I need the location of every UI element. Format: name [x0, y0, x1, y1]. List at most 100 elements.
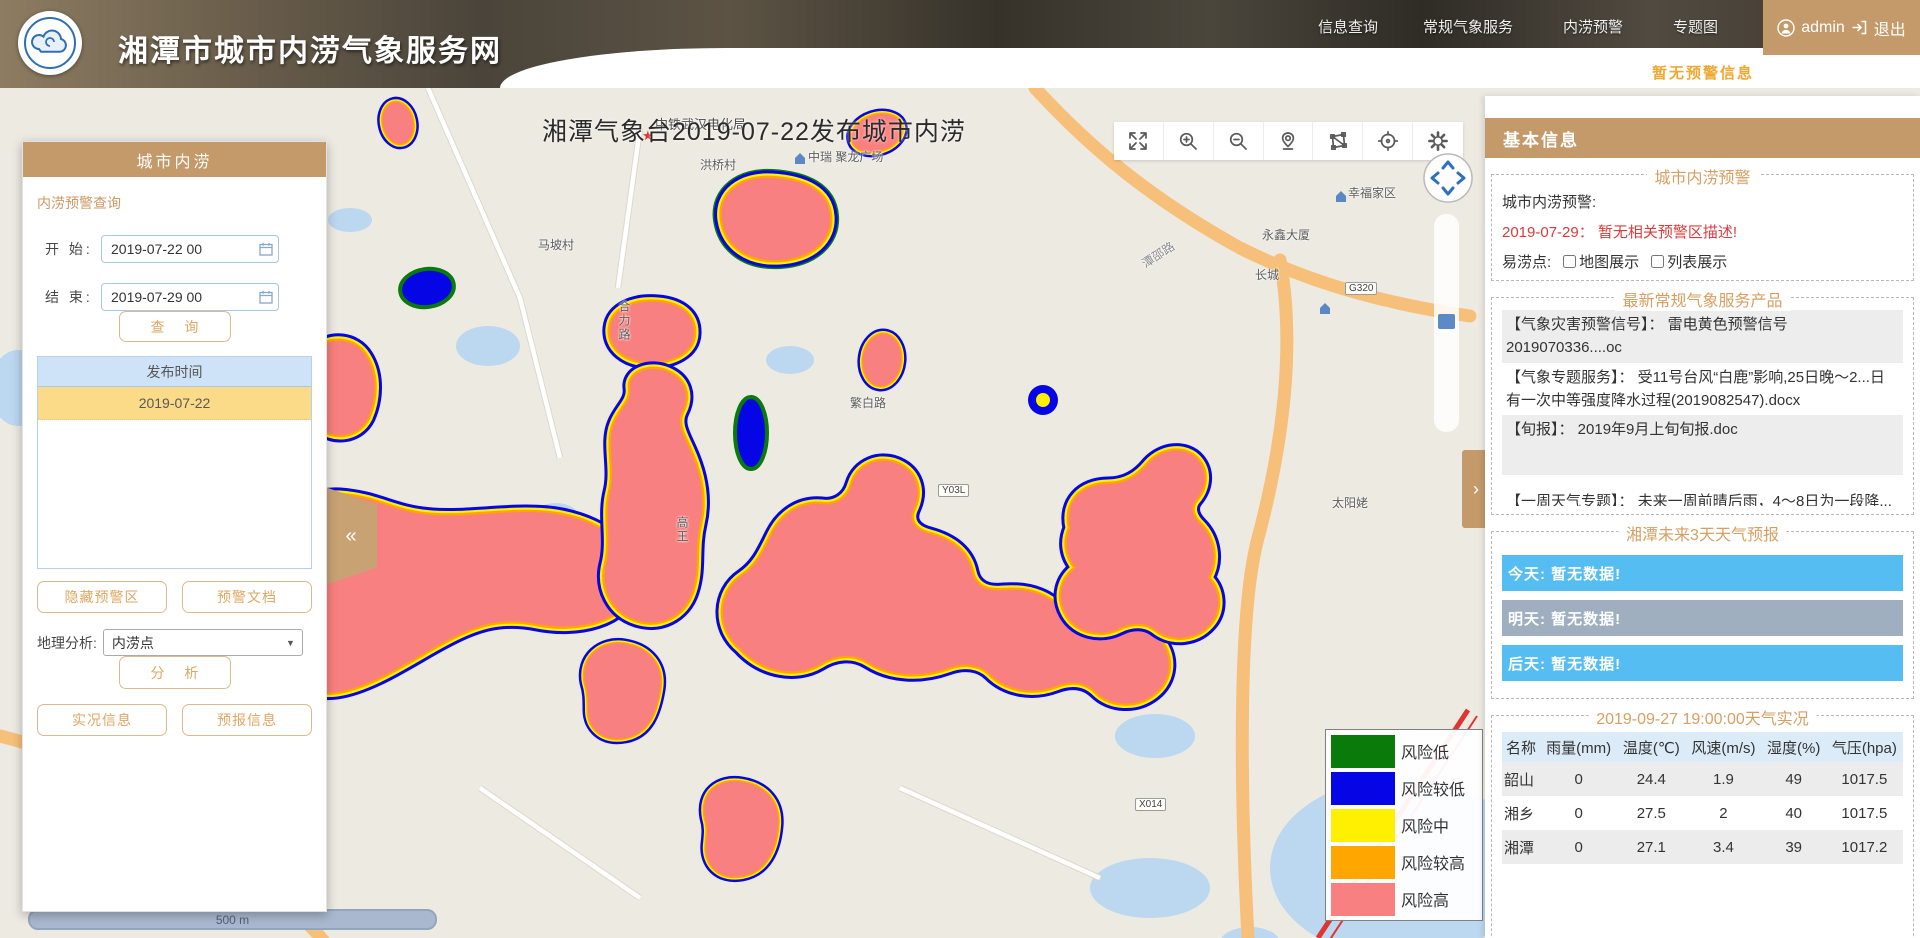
risk-zone-bottom-small	[584, 643, 660, 738]
forecast-tomorrow-bar: 明天: 暂无数据!	[1502, 600, 1903, 636]
nav-info-query[interactable]: 信息查询	[1318, 16, 1378, 37]
route-shield: G320	[1345, 282, 1377, 295]
column-header: 湿度(%)	[1762, 732, 1826, 762]
end-date-input[interactable]	[101, 283, 279, 311]
geo-analysis-select[interactable]: 内涝点 ▼	[103, 629, 303, 656]
map-toolbar	[1114, 122, 1463, 160]
forecast-section: 湘潭未来3天天气预报 今天: 暂无数据! 明天: 暂无数据! 后天: 暂无数据!	[1491, 531, 1914, 699]
user-account-box[interactable]: admin 退出	[1763, 0, 1920, 55]
poi-label: 高王	[674, 516, 691, 544]
legend-label: 风险低	[1401, 739, 1449, 763]
legend-row: 风险高	[1331, 882, 1477, 916]
chevron-left-icon: «	[345, 525, 356, 548]
warning-detail: 2019-07-29： 暂无相关预警区描述!	[1502, 221, 1903, 242]
product-item[interactable]: 【气象专题服务】： 受11号台风“白鹿”影响,25日晚～2...日有一次中等强度…	[1502, 363, 1903, 416]
right-panel-title: 基本信息	[1485, 118, 1920, 158]
map-zoom-slider[interactable]	[1434, 214, 1459, 432]
map-display-checkbox[interactable]	[1563, 255, 1576, 268]
legend-label: 风险较高	[1401, 850, 1465, 874]
legend-row: 风险较高	[1331, 845, 1477, 879]
site-logo	[18, 11, 82, 75]
road-label: 繁白路	[850, 394, 886, 411]
map-overlay-title: 湘潭气象台2019-07-22发布城市内涝	[542, 112, 966, 148]
table-header-row: 名称 雨量(mm) 温度(℃) 风速(m/s) 湿度(%) 气压(hpa)	[1502, 732, 1903, 762]
nav-thematic-map[interactable]: 专题图	[1673, 16, 1718, 37]
logout-icon	[1851, 19, 1868, 36]
forecast-today-bar: 今天: 暂无数据!	[1502, 555, 1903, 591]
route-shield: X014	[1135, 798, 1166, 811]
map-display-label: 地图展示	[1579, 251, 1639, 272]
zoom-out-button[interactable]	[1214, 122, 1264, 160]
left-panel: 城市内涝 内涝预警查询 开 始: 结 束: 查 询 发布时间	[22, 141, 327, 912]
user-name: admin	[1801, 19, 1845, 37]
cell-temp: 27.1	[1617, 830, 1685, 864]
calendar-icon[interactable]	[259, 290, 273, 304]
warning-document-button[interactable]: 预警文档	[182, 581, 312, 613]
cell-rain: 0	[1540, 762, 1617, 796]
products-section-title: 最新常规气象服务产品	[1614, 287, 1790, 311]
chevron-right-icon: ›	[1473, 479, 1479, 500]
column-header: 风速(m/s)	[1685, 732, 1761, 762]
forecast-section-title: 湘潭未来3天天气预报	[1618, 521, 1787, 545]
hide-warning-zone-button[interactable]: 隐藏预警区	[37, 581, 167, 613]
cell-humidity: 40	[1762, 796, 1826, 830]
warning-line: 城市内涝预警:	[1502, 191, 1903, 212]
result-row[interactable]: 2019-07-22	[38, 387, 311, 420]
product-item[interactable]: 【旬报】： 2019年9月上旬旬报.doc	[1502, 415, 1903, 475]
locate-button[interactable]	[1264, 122, 1314, 160]
analyze-button[interactable]: 分 析	[119, 656, 231, 689]
products-section: 最新常规气象服务产品 【气象灾害预警信号】： 雷电黄色预警信号201907033…	[1491, 297, 1914, 515]
legend-swatch-medium	[1331, 809, 1395, 842]
cell-pressure: 1017.2	[1826, 830, 1903, 864]
legend-label: 风险高	[1401, 887, 1449, 911]
cell-humidity: 49	[1762, 762, 1826, 796]
live-weather-table: 名称 雨量(mm) 温度(℃) 风速(m/s) 湿度(%) 气压(hpa) 韶山…	[1502, 732, 1903, 864]
route-shield: Y03L	[938, 484, 969, 497]
zoom-slider-handle[interactable]	[1438, 314, 1455, 329]
nav-waterlogging-warning[interactable]: 内涝预警	[1563, 16, 1623, 37]
table-row: 湘潭 0 27.1 3.4 39 1017.2	[1502, 830, 1903, 864]
product-item[interactable]: 【气象灾害预警信号】： 雷电黄色预警信号2019070336....oc	[1502, 310, 1903, 363]
column-header: 雨量(mm)	[1540, 732, 1617, 762]
risk-zone-upper-center	[722, 178, 831, 260]
legend-swatch-lower	[1331, 772, 1395, 805]
legend-swatch-higher	[1331, 846, 1395, 879]
result-column-header: 发布时间	[38, 357, 311, 387]
poi-label: 太阳姥	[1332, 494, 1368, 511]
zoom-in-button[interactable]	[1164, 122, 1214, 160]
live-weather-section: 2019-09-27 19:00:00天气实况 名称 雨量(mm) 温度(℃) …	[1491, 715, 1914, 938]
start-date-label: 开 始:	[37, 239, 101, 259]
legend-label: 风险中	[1401, 813, 1449, 837]
poi-label: 中瑞 聚龙广场	[808, 148, 883, 165]
risk-zone-midright	[860, 332, 903, 388]
draw-polygon-button[interactable]	[1313, 122, 1363, 160]
fullscreen-button[interactable]	[1114, 122, 1164, 160]
nav-regular-weather-service[interactable]: 常规气象服务	[1423, 16, 1513, 37]
product-item[interactable]: 【一周天气专题】： 未来一周前晴后雨，4～8日为一段降...集中期 (20190…	[1502, 487, 1903, 506]
live-info-button[interactable]: 实况信息	[37, 704, 167, 736]
risk-zone-column	[604, 369, 702, 623]
start-date-input[interactable]	[101, 235, 279, 263]
header: 湘潭市城市内涝气象服务网 信息查询 常规气象服务 内涝预警 专题图 admin …	[0, 0, 1920, 88]
logout-label[interactable]: 退出	[1874, 16, 1906, 40]
column-header: 气压(hpa)	[1826, 732, 1903, 762]
calendar-icon[interactable]	[259, 242, 273, 256]
table-row: 湘乡 0 27.5 2 40 1017.5	[1502, 796, 1903, 830]
risk-zone-blue-dot	[1028, 385, 1058, 415]
risk-zone-right	[1061, 451, 1218, 638]
cell-rain: 0	[1540, 796, 1617, 830]
cell-station: 湘乡	[1502, 796, 1540, 830]
forecast-info-button[interactable]: 预报信息	[182, 704, 312, 736]
geo-analysis-label: 地理分析:	[37, 633, 97, 653]
road-label: 合力路	[616, 300, 633, 342]
center-target-button[interactable]	[1363, 122, 1413, 160]
right-panel: 基本信息 城市内涝预警 城市内涝预警: 2019-07-29： 暂无相关预警区描…	[1485, 96, 1920, 938]
cell-rain: 0	[1540, 830, 1617, 864]
poi-label: 洪桥村	[700, 156, 736, 173]
legend-row: 风险低	[1331, 734, 1477, 768]
query-button[interactable]: 查 询	[119, 311, 231, 342]
poi-label: 长城	[1255, 266, 1279, 283]
user-icon	[1777, 19, 1795, 37]
map-pan-control[interactable]	[1422, 152, 1474, 204]
list-display-checkbox[interactable]	[1651, 255, 1664, 268]
